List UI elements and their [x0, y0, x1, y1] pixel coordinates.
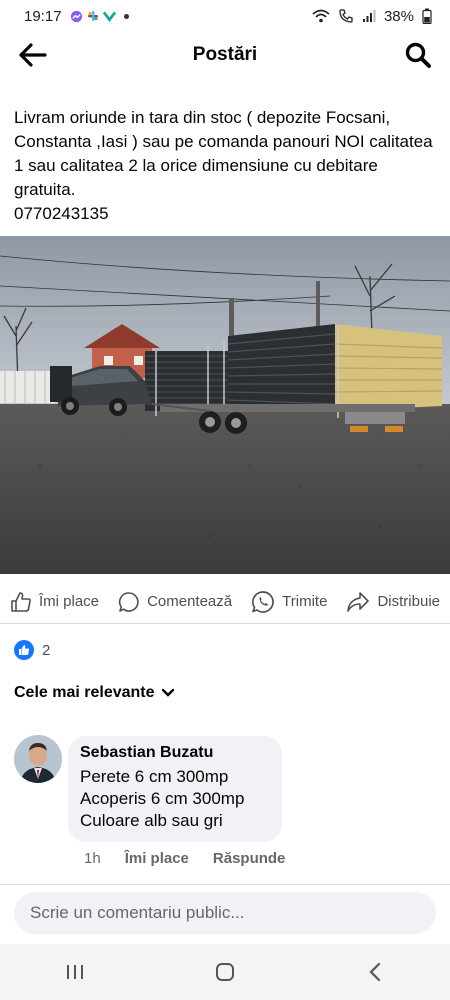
thumbs-up-icon	[11, 591, 31, 612]
comment-button[interactable]: Comentează	[118, 591, 232, 613]
whatsapp-icon	[252, 590, 274, 613]
post-paragraph: Livram oriunde in tara din stoc ( depozi…	[14, 108, 433, 199]
page-title: Postări	[192, 44, 258, 65]
chevron-down-icon	[161, 688, 174, 697]
comment-meta: 1h Îmi place Răspunde	[84, 850, 285, 867]
like-label: Îmi place	[39, 593, 100, 610]
wifi-icon	[312, 9, 330, 23]
back-button[interactable]	[18, 41, 48, 69]
comment-sort-dropdown[interactable]: Cele mai relevante	[14, 684, 175, 702]
recent-apps-icon	[67, 965, 83, 979]
reactions-summary[interactable]: 2	[14, 640, 50, 660]
share-icon	[347, 591, 370, 612]
divider	[0, 884, 450, 885]
chevron-left-icon	[369, 962, 381, 982]
status-bar: 19:17 38%	[0, 0, 450, 32]
system-back-button[interactable]	[355, 952, 395, 992]
post-photo[interactable]	[0, 236, 450, 574]
share-button[interactable]: Distribuie	[346, 591, 440, 613]
system-nav-bar	[0, 944, 450, 1000]
comment-input[interactable]	[14, 892, 436, 934]
recent-apps-button[interactable]	[55, 952, 95, 992]
share-label: Distribuie	[377, 593, 440, 610]
comment-reply-button[interactable]: Răspunde	[213, 850, 286, 867]
chevron-app-icon	[102, 11, 116, 22]
send-label: Trimite	[282, 593, 328, 610]
reaction-count: 2	[42, 641, 51, 659]
app-header: Postări	[0, 32, 450, 78]
post-phone[interactable]: 0770243135	[14, 202, 439, 226]
post-text: Livram oriunde in tara din stoc ( depozi…	[14, 106, 439, 226]
comment-label: Comentează	[147, 593, 233, 610]
search-icon	[405, 42, 431, 68]
search-button[interactable]	[404, 41, 432, 69]
home-icon	[216, 963, 234, 981]
notification-icons	[70, 10, 116, 23]
comment-line: Perete 6 cm 300mp	[80, 767, 229, 786]
status-left: 19:17	[24, 8, 129, 25]
send-button[interactable]: Trimite	[251, 590, 327, 614]
call-icon	[339, 9, 353, 23]
battery-percent: 38%	[383, 7, 414, 25]
home-button[interactable]	[205, 952, 245, 992]
signal-icon	[362, 10, 376, 22]
more-notifications-dot	[123, 13, 129, 19]
like-button[interactable]: Îmi place	[10, 591, 99, 613]
status-right: 38%	[312, 8, 432, 25]
like-reaction-icon	[14, 640, 34, 660]
slack-icon	[87, 11, 98, 21]
commenter-avatar[interactable]	[14, 735, 62, 783]
comment-author[interactable]: Sebastian Buzatu	[80, 744, 270, 762]
comment-line: Acoperis 6 cm 300mp	[80, 789, 245, 808]
comment-line: Culoare alb sau gri	[80, 811, 223, 830]
post-actions: Îmi place Comentează Trimite Distribuie	[0, 580, 450, 624]
comment-like-button[interactable]: Îmi place	[125, 850, 189, 867]
battery-icon	[422, 8, 432, 24]
comment-time: 1h	[84, 850, 101, 867]
comment-icon	[118, 591, 139, 612]
messenger-icon	[70, 10, 82, 22]
sort-label: Cele mai relevante	[14, 684, 155, 701]
status-time: 19:17	[24, 7, 62, 25]
arrow-left-icon	[19, 43, 47, 67]
comment-bubble: Sebastian Buzatu Perete 6 cm 300mp Acope…	[68, 736, 282, 842]
